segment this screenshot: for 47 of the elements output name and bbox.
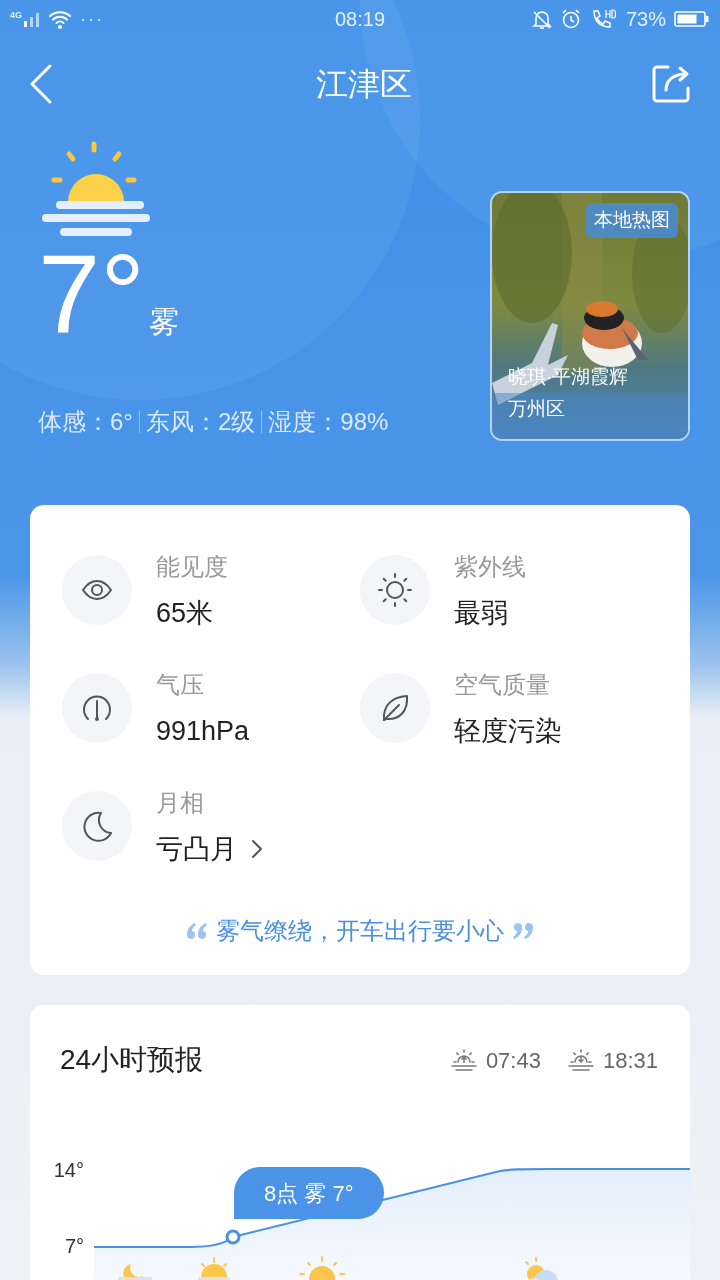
photo-card[interactable]: 本地热图 晓琪·平湖霞辉 万州区 bbox=[490, 191, 690, 441]
more-indicator: ··· bbox=[80, 10, 104, 28]
index-value: 轻度污染 bbox=[454, 716, 562, 746]
forecast-title: 24小时预报 bbox=[60, 1043, 204, 1077]
index-label: 紫外线 bbox=[454, 552, 526, 582]
index-label: 空气质量 bbox=[454, 670, 551, 700]
index-link[interactable]: 亏凸月 bbox=[156, 834, 263, 864]
share-icon bbox=[652, 64, 692, 104]
forecast-tooltip: 8点 雾 7° bbox=[234, 1167, 384, 1219]
sun-icon bbox=[299, 1256, 345, 1280]
photo-location: 万州区 bbox=[508, 397, 566, 421]
status-time: 08:19 bbox=[333, 7, 387, 32]
index-label: 月相 bbox=[156, 788, 205, 818]
back-icon bbox=[28, 62, 54, 106]
sunset-time: 18:31 bbox=[602, 1046, 658, 1075]
weather-detail: 湿度：98% bbox=[268, 407, 389, 437]
weather-tip: 雾气缭绕，开车出行要小心 bbox=[216, 916, 504, 946]
sun-icon bbox=[375, 570, 415, 610]
photo-badge: 本地热图 bbox=[586, 203, 678, 238]
index-value: 65米 bbox=[156, 598, 214, 628]
index-value: 最弱 bbox=[454, 598, 508, 628]
photo-caption: 晓琪·平湖霞辉 bbox=[508, 365, 629, 389]
current-temperature: 7° bbox=[38, 242, 146, 346]
battery-percent: 73% bbox=[625, 7, 666, 32]
weather-detail: 东风：2级 bbox=[145, 407, 256, 437]
battery-icon bbox=[674, 11, 710, 27]
axis-label: 14° bbox=[53, 1159, 84, 1181]
index-value: 991hPa bbox=[156, 716, 250, 746]
share-button[interactable] bbox=[652, 63, 692, 105]
wifi-icon bbox=[48, 8, 72, 30]
muted-bell-icon bbox=[529, 8, 552, 30]
partly-cloudy-icon bbox=[525, 1257, 558, 1280]
data-point bbox=[225, 1229, 241, 1245]
chevron-right-icon bbox=[251, 839, 263, 859]
weather-detail: 体感：6° bbox=[38, 407, 133, 437]
index-label: 气压 bbox=[156, 670, 205, 700]
quote-close-icon bbox=[512, 921, 534, 941]
signal-icon bbox=[24, 11, 40, 27]
sunrise-icon bbox=[198, 1257, 230, 1280]
network-label: 4G bbox=[10, 11, 22, 20]
page-title: 江津区 bbox=[316, 65, 412, 104]
index-label: 能见度 bbox=[156, 552, 228, 582]
quote-open-icon bbox=[186, 921, 208, 941]
axis-label: 7° bbox=[64, 1235, 84, 1257]
moon-icon bbox=[118, 1264, 152, 1280]
sunrise-time: 07:43 bbox=[485, 1046, 541, 1075]
weather-condition: 雾 bbox=[149, 304, 180, 340]
